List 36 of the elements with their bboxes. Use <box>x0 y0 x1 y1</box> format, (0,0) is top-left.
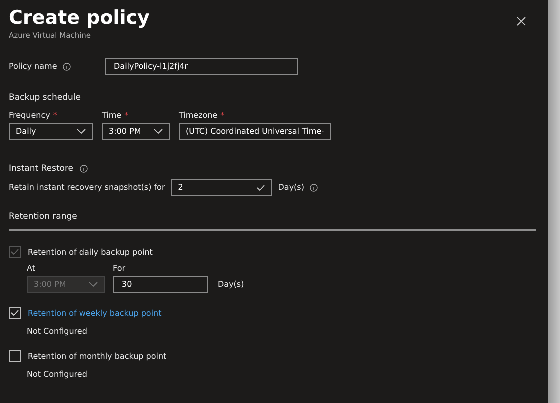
checkbox-label: Retention of daily backup point <box>28 248 153 256</box>
field-label: Frequency <box>9 111 50 120</box>
dropdown[interactable]: 3:00 PM <box>102 123 170 140</box>
check-icon <box>257 184 266 190</box>
field-label: Time <box>102 111 122 120</box>
status-text: Not Configured <box>27 370 88 379</box>
section-heading: Instant Restore <box>9 164 74 174</box>
field-label: Timezone <box>179 111 218 120</box>
dropdown[interactable]: (UTC) Coordinated Universal Time <box>179 123 331 140</box>
dropdown[interactable]: Daily <box>9 123 93 140</box>
required-marker: * <box>220 111 225 120</box>
chevron-down-icon <box>77 129 86 134</box>
policy-name-input[interactable]: DailyPolicy-l1j2fj4r <box>105 58 298 75</box>
status-text: Not Configured <box>27 327 88 336</box>
field-label: Policy name <box>9 62 58 71</box>
info-icon <box>310 184 318 192</box>
unit-label: Day(s) <box>278 183 304 192</box>
chevron-down-icon <box>89 282 98 287</box>
section-heading: Backup schedule <box>9 93 82 103</box>
info-icon <box>63 62 72 70</box>
field-label: At <box>27 264 36 273</box>
checkbox-label: Retention of monthly backup point <box>28 352 167 360</box>
close-icon[interactable] <box>517 17 526 26</box>
info-icon <box>80 165 88 173</box>
checkbox[interactable] <box>9 307 21 319</box>
required-marker: * <box>124 111 129 120</box>
checkbox-label: Retention of weekly backup point <box>28 308 162 318</box>
panel-title: Create policy <box>9 6 150 30</box>
required-marker: * <box>53 111 58 120</box>
chevron-down-icon <box>154 129 163 134</box>
field-label: Retain instant recovery snapshot(s) for <box>9 183 166 192</box>
checkbox[interactable] <box>9 350 21 362</box>
field-label: For <box>113 264 126 273</box>
unit-label: Day(s) <box>218 280 244 289</box>
snapshot-days-dropdown[interactable]: 2 <box>171 179 272 196</box>
section-heading: Retention range <box>9 212 78 222</box>
